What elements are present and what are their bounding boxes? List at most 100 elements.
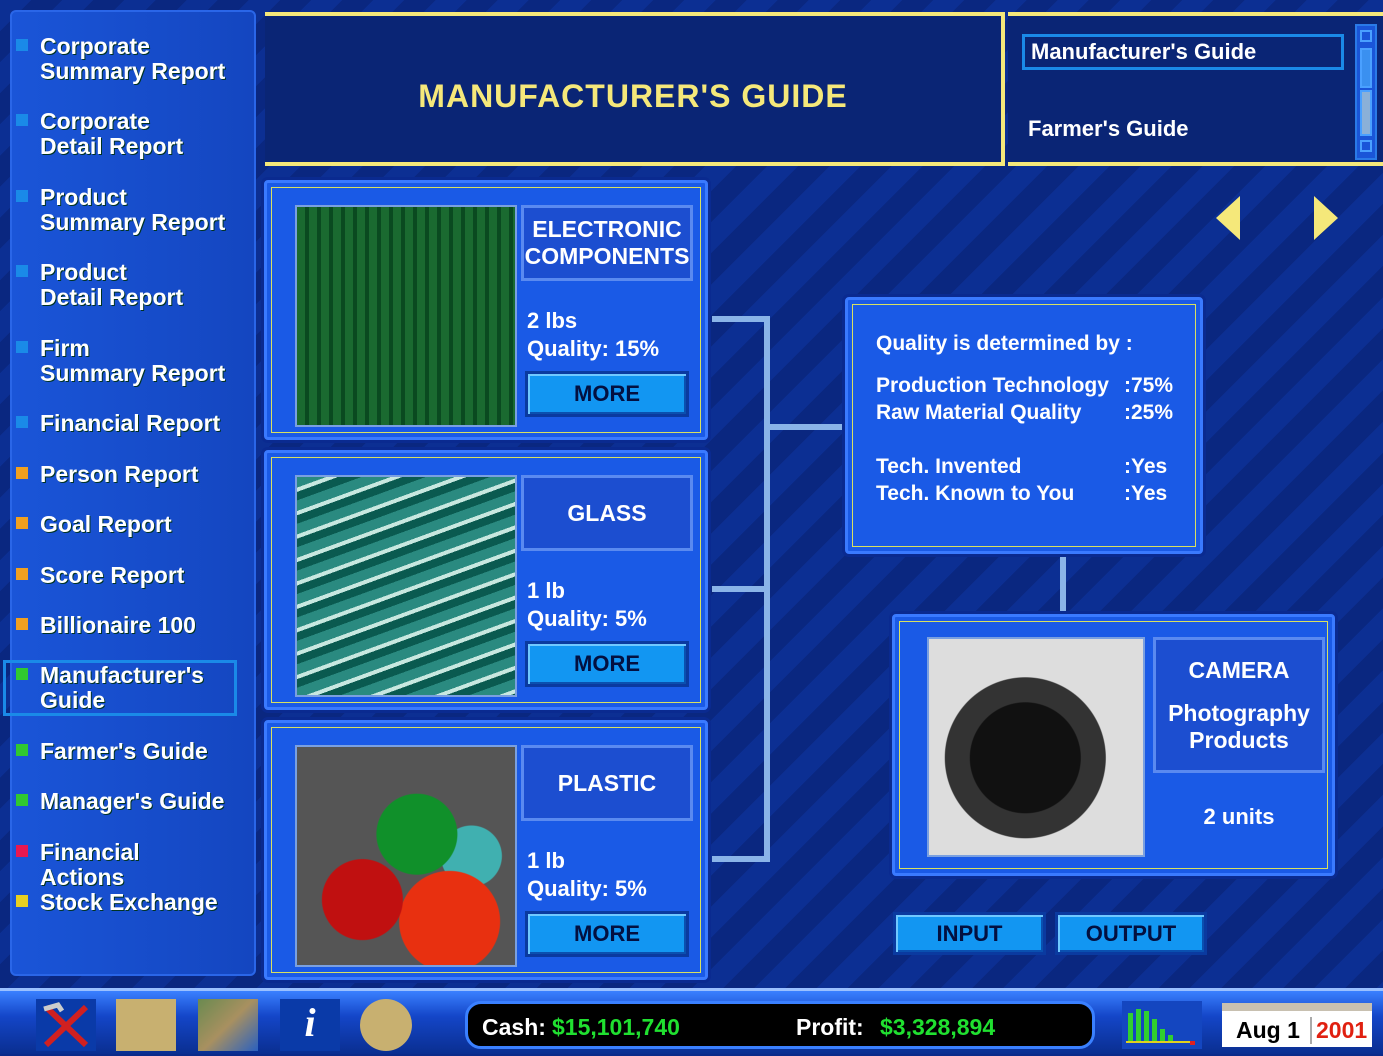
bullet-icon (16, 467, 28, 479)
bullet-icon (16, 190, 28, 202)
status-bar: i Cash: $15,101,740 Profit: $3,328,894 A… (0, 988, 1383, 1054)
guide-list: Manufacturer's Guide Farmer's Guide (1008, 12, 1383, 166)
output-button[interactable]: OUTPUT (1055, 912, 1207, 955)
quality-factor-value: :Yes (1124, 455, 1167, 479)
sidebar-item-label: Product Detail Report (40, 259, 183, 310)
quality-factor-label: Tech. Known to You (876, 482, 1074, 506)
more-button[interactable]: MORE (525, 371, 689, 417)
scroll-thumb[interactable] (1360, 90, 1372, 136)
quality-panel: Quality is determined by : Production Te… (845, 297, 1203, 554)
date-display: Aug 1 2001 (1222, 1003, 1372, 1047)
sidebar-item[interactable]: Goal Report (14, 512, 229, 537)
cash-label: Cash: (482, 1014, 546, 1041)
sidebar-item-label: Product Summary Report (40, 184, 225, 235)
date-value: Aug 1 (1236, 1017, 1300, 1044)
connector (764, 316, 770, 862)
sidebar-item[interactable]: Farmer's Guide (14, 739, 229, 764)
info-icon[interactable]: i (280, 999, 340, 1051)
bullet-icon (16, 744, 28, 756)
year-value: 2001 (1310, 1017, 1367, 1044)
material-amount: 1 lb (527, 847, 565, 875)
connector (1060, 556, 1066, 614)
material-name: PLASTIC (521, 745, 693, 821)
sidebar-item[interactable]: Manager's Guide (14, 789, 229, 814)
material-amount: 1 lb (527, 577, 565, 605)
world-map-icon[interactable] (198, 999, 258, 1051)
scroll-down-button[interactable] (1360, 140, 1372, 152)
connector (712, 856, 768, 862)
scroll-up-button[interactable] (1360, 30, 1372, 42)
finance-display: Cash: $15,101,740 Profit: $3,328,894 (465, 1001, 1095, 1049)
quality-factor-label: Raw Material Quality (876, 401, 1081, 425)
guide-item-farmer[interactable]: Farmer's Guide (1022, 114, 1344, 144)
material-image (295, 205, 517, 427)
sidebar-item[interactable]: Financial Report (14, 411, 229, 436)
material-name: GLASS (521, 475, 693, 551)
material-amount: 2 lbs (527, 307, 577, 335)
scroll-track[interactable] (1360, 48, 1372, 88)
more-button[interactable]: MORE (525, 911, 689, 957)
quality-factor-label: Tech. Invented (876, 455, 1021, 479)
material-quality: Quality: 15% (527, 335, 659, 363)
product-units: 2 units (1153, 803, 1325, 831)
bullet-icon (16, 341, 28, 353)
page-title: MANUFACTURER'S GUIDE (265, 78, 1001, 115)
sidebar-item[interactable]: Person Report (14, 462, 229, 487)
sidebar-item-label: Corporate Detail Report (40, 108, 183, 159)
sidebar-item[interactable]: Product Detail Report (14, 260, 229, 310)
bullet-icon (16, 39, 28, 51)
material-name: ELECTRONIC COMPONENTS (521, 205, 693, 281)
sidebar-item[interactable]: Billionaire 100 (14, 613, 229, 638)
sidebar-item[interactable]: Corporate Detail Report (14, 109, 229, 159)
profit-value: $3,328,894 (880, 1014, 995, 1041)
material-image (295, 475, 517, 697)
sidebar-item-label: Financial Report (40, 410, 220, 436)
next-arrow-button[interactable] (1314, 196, 1338, 240)
material-image (295, 745, 517, 967)
quality-heading: Quality is determined by : (876, 332, 1133, 356)
input-material-card: ELECTRONIC COMPONENTS 2 lbsQuality: 15% MO… (264, 180, 708, 440)
sidebar-item[interactable]: Product Summary Report (14, 185, 229, 235)
bullet-icon (16, 517, 28, 529)
sidebar-item-label: Manufacturer's Guide (40, 662, 204, 713)
input-material-card: PLASTIC 1 lbQuality: 5% MORE (264, 720, 708, 980)
more-button[interactable]: MORE (525, 641, 689, 687)
land-map-icon[interactable] (116, 999, 176, 1051)
bullet-icon (16, 895, 28, 907)
build-tools-icon[interactable] (36, 999, 96, 1051)
sidebar-item-label: Manager's Guide (40, 788, 224, 814)
bullet-icon (16, 265, 28, 277)
sidebar-item-label: Stock Exchange (40, 889, 218, 915)
product-name: CAMERA (1189, 657, 1290, 684)
scrollbar[interactable] (1355, 24, 1377, 160)
sidebar-item-label: Farmer's Guide (40, 738, 208, 764)
input-material-card: GLASS 1 lbQuality: 5% MORE (264, 450, 708, 710)
sidebar-item[interactable]: Stock Exchange (14, 890, 229, 915)
bullet-icon (16, 568, 28, 580)
product-name-box: CAMERA Photography Products (1153, 637, 1325, 773)
quality-factor-value: :Yes (1124, 482, 1167, 506)
guide-item-manufacturer[interactable]: Manufacturer's Guide (1022, 34, 1344, 70)
bullet-icon (16, 114, 28, 126)
material-quality: Quality: 5% (527, 605, 647, 633)
sidebar-item[interactable]: Financial Actions (14, 840, 229, 890)
quality-factor-label: Production Technology (876, 374, 1109, 398)
sidebar-item[interactable]: Firm Summary Report (14, 336, 229, 386)
sidebar-item[interactable]: Corporate Summary Report (14, 34, 229, 84)
prev-arrow-button[interactable] (1216, 196, 1240, 240)
bullet-icon (16, 416, 28, 428)
sidebar-item[interactable]: Score Report (14, 563, 229, 588)
sidebar-item[interactable]: Manufacturer's Guide (6, 663, 234, 713)
bullet-icon (16, 794, 28, 806)
sidebar-item-label: Financial Actions (40, 839, 140, 890)
material-quality: Quality: 5% (527, 875, 647, 903)
input-button[interactable]: INPUT (893, 912, 1046, 955)
sidebar-item-label: Goal Report (40, 511, 172, 537)
bullet-icon (16, 618, 28, 630)
connector (712, 586, 768, 592)
profit-label: Profit: (796, 1014, 864, 1041)
chart-icon[interactable] (1122, 1001, 1202, 1049)
connector (712, 316, 768, 322)
cash-value: $15,101,740 (552, 1014, 680, 1041)
back-icon[interactable] (360, 999, 412, 1051)
